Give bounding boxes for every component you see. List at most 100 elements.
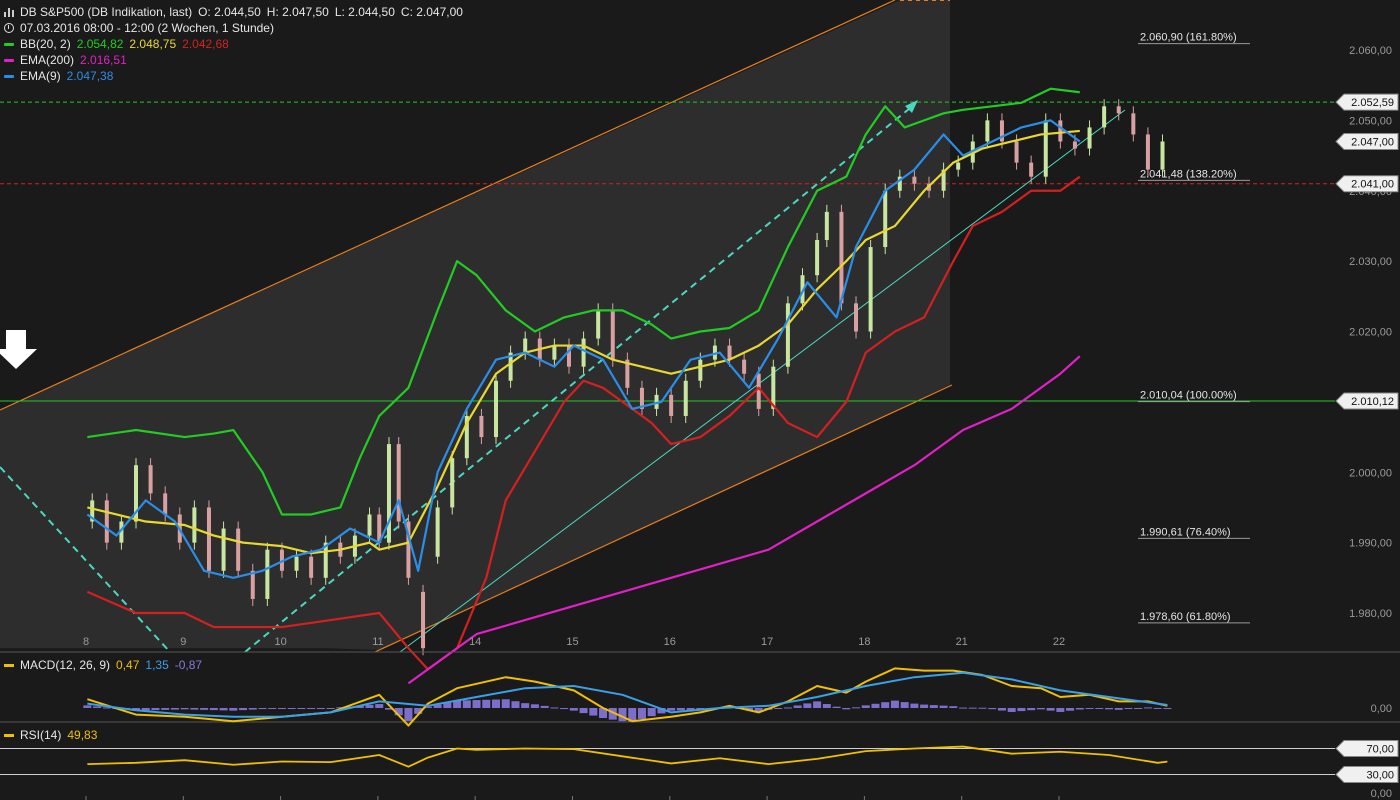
bars-icon xyxy=(4,7,14,17)
y-tick-label: 2.000,00 xyxy=(1349,467,1392,479)
macd-histogram-bar xyxy=(511,701,520,708)
y-tick-label: 2.020,00 xyxy=(1349,327,1392,339)
macd-legend: MACD(12, 26, 9) 0,47 1,35 -0,87 xyxy=(4,658,202,672)
macd-histogram-bar xyxy=(939,705,948,708)
macd-histogram-value: -0,87 xyxy=(174,658,203,672)
macd-histogram-bar xyxy=(200,708,209,710)
y-tick-label: 2.060,00 xyxy=(1349,45,1392,57)
price-panel: 1.980,001.990,002.000,002.010,002.020,00… xyxy=(0,0,1400,800)
macd-histogram-bar xyxy=(258,708,267,710)
ema9-swatch xyxy=(4,74,14,78)
ema200-swatch xyxy=(4,58,14,62)
macd-histogram-bar xyxy=(871,703,880,708)
macd-histogram-bar xyxy=(822,704,831,708)
macd-histogram-bar xyxy=(1143,707,1152,709)
macd-histogram-bar xyxy=(277,708,286,709)
chart-canvas: 1.980,001.990,002.000,002.010,002.020,00… xyxy=(0,0,1400,800)
macd-histogram-bar xyxy=(861,705,870,708)
candle-body xyxy=(854,303,859,332)
chart-legend: DB S&P500 (DB Indikation, last) O: 2.044… xyxy=(4,4,463,84)
rsi-level-label: 30,00 xyxy=(1366,770,1394,782)
y-tick-label: 1.990,00 xyxy=(1349,538,1392,550)
macd-histogram-bar xyxy=(501,699,510,708)
macd-histogram-bar xyxy=(375,704,384,708)
price-flag-label: 2.047,00 xyxy=(1351,136,1394,148)
macd-histogram-bar xyxy=(637,708,646,719)
candle-body xyxy=(236,528,241,571)
x-tick-label: 22 xyxy=(1053,636,1065,648)
candle-body xyxy=(479,415,484,438)
macd-histogram-bar xyxy=(326,708,335,709)
macd-histogram-bar xyxy=(988,708,997,710)
candle-body xyxy=(309,556,314,578)
macd-histogram-bar xyxy=(832,706,841,708)
macd-histogram-bar xyxy=(1056,708,1065,712)
candle-body xyxy=(294,556,299,571)
candle-body xyxy=(839,211,844,304)
x-tick-label: 10 xyxy=(274,636,286,648)
macd-histogram-bar xyxy=(579,708,588,714)
candle-body xyxy=(396,444,401,522)
macd-histogram-bar xyxy=(589,708,598,716)
fib-level-label: 2.010,04 (100.00%) xyxy=(1140,390,1237,402)
candle-body xyxy=(1102,106,1107,128)
candle-body xyxy=(1131,113,1136,135)
macd-histogram-bar xyxy=(774,708,783,709)
candle-body xyxy=(1029,162,1034,177)
candle-body xyxy=(1087,127,1092,149)
candle-body xyxy=(883,190,888,248)
macd-histogram-bar xyxy=(793,705,802,708)
macd-histogram-bar xyxy=(540,705,549,708)
macd-histogram-bar xyxy=(462,700,471,708)
macd-histogram-bar xyxy=(949,706,958,708)
macd-histogram-bar xyxy=(229,708,238,711)
macd-histogram-bar xyxy=(813,701,822,708)
macd-histogram-bar xyxy=(287,708,296,709)
macd-histogram-bar xyxy=(248,708,257,710)
macd-histogram-bar xyxy=(209,708,218,711)
legend-bb-row: BB(20, 2) 2.054,82 2.048,75 2.042,68 xyxy=(4,36,463,52)
macd-histogram-bar xyxy=(482,699,491,708)
candle-body xyxy=(265,549,270,599)
macd-histogram-bar xyxy=(1134,708,1143,709)
candle-body xyxy=(450,458,455,508)
candle-body xyxy=(367,514,372,536)
macd-histogram-bar xyxy=(667,708,676,711)
candle-body xyxy=(698,359,703,381)
macd-swatch xyxy=(4,663,14,667)
macd-histogram-bar xyxy=(881,702,890,708)
ohlc-low: L: 2.044,50 xyxy=(334,5,395,19)
macd-histogram-bar xyxy=(297,708,306,709)
macd-histogram-bar xyxy=(170,708,179,710)
ema200-value: 2.016,51 xyxy=(80,53,127,67)
macd-histogram-bar xyxy=(1036,708,1045,710)
candle-body xyxy=(1043,120,1048,177)
macd-histogram-bar xyxy=(1066,708,1075,711)
rsi-level-label: 70,00 xyxy=(1366,744,1394,756)
macd-histogram-bar xyxy=(1085,708,1094,709)
macd-histogram-bar xyxy=(1075,708,1084,710)
legend-time-row: 07.03.2016 08:00 - 12:00 (2 Wochen, 1 St… xyxy=(4,20,463,36)
macd-histogram-bar xyxy=(365,704,374,708)
x-tick-label: 9 xyxy=(180,636,186,648)
candle-body xyxy=(912,176,917,184)
candle-body xyxy=(815,240,820,276)
macd-value: 0,47 xyxy=(116,658,140,672)
macd-histogram-bar xyxy=(560,708,569,710)
clock-icon xyxy=(4,23,14,33)
macd-histogram-bar xyxy=(492,699,501,708)
macd-histogram-bar xyxy=(959,707,968,709)
candle-body xyxy=(956,162,961,170)
rsi-swatch xyxy=(4,733,14,737)
macd-histogram-bar xyxy=(842,708,851,710)
macd-histogram-bar xyxy=(1095,708,1104,709)
rsi-value: 49,83 xyxy=(67,728,98,742)
macd-histogram-bar xyxy=(1124,708,1133,710)
candle-body xyxy=(1058,120,1063,142)
macd-histogram-bar xyxy=(978,707,987,709)
macd-histogram-bar xyxy=(1027,708,1036,711)
macd-histogram-bar xyxy=(93,706,102,708)
macd-histogram-bar xyxy=(404,708,413,721)
candle-body xyxy=(523,338,528,353)
candle-body xyxy=(386,444,391,543)
